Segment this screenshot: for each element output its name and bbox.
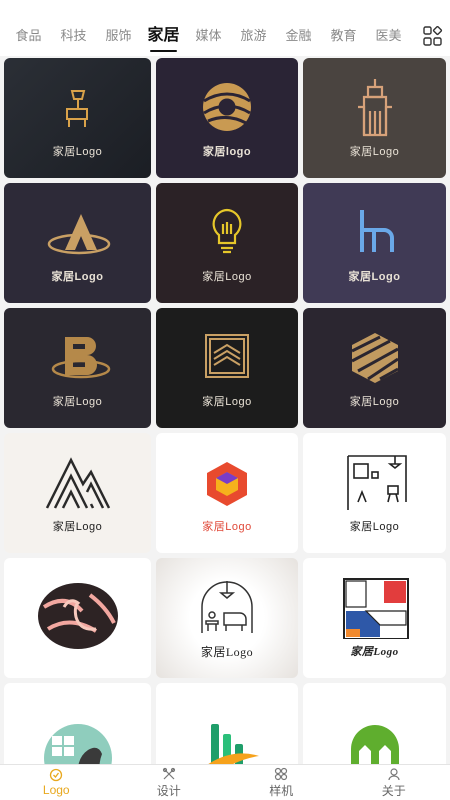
tab-finance[interactable]: 金融 (276, 0, 321, 56)
nav-label: 样机 (269, 783, 294, 798)
tab-media[interactable]: 媒体 (186, 0, 231, 56)
card-label: 家居logo (202, 146, 252, 158)
tab-food[interactable]: 食品 (6, 0, 51, 56)
card-label: 家居Logo (349, 396, 400, 408)
bottom-navigation: Logo 设计 样机 关于 (0, 764, 450, 800)
tab-home[interactable]: 家居 (141, 0, 186, 56)
logo-card[interactable]: 家居Logo (156, 433, 298, 553)
nav-mockup[interactable]: 样机 (225, 765, 338, 800)
logo-card[interactable] (4, 558, 151, 678)
logo-card[interactable]: 家居Logo (4, 58, 151, 178)
card-label: 家居Logo (348, 271, 401, 283)
striped-hexagon-icon (350, 333, 399, 383)
logo-icon (50, 768, 63, 782)
category-tabs: 食品 科技 服饰 家居 媒体 旅游 金融 教育 医美 (0, 0, 411, 56)
logo-card[interactable]: 家居Logo (4, 433, 151, 553)
grid-category-icon[interactable] (423, 26, 443, 46)
letter-h-chair-icon (359, 210, 394, 252)
lightbulb-icon (212, 208, 242, 254)
logo-card[interactable]: 家居Logo (303, 183, 446, 303)
nav-label: 设计 (156, 783, 181, 798)
card-label: 家居Logo (349, 146, 400, 158)
logo-card[interactable]: 家居Logo (4, 308, 151, 428)
logo-card[interactable]: 家居Logo (303, 558, 446, 678)
logo-card[interactable]: 家居Logo (303, 433, 446, 553)
logo-card[interactable]: 家居Logo (4, 183, 151, 303)
card-label: 家居Logo (52, 396, 103, 408)
letter-a-orbit-icon (47, 214, 110, 255)
flamingo-circle-icon (37, 583, 118, 649)
woven-sphere-icon (203, 83, 251, 131)
hexagon-cube-icon (207, 462, 247, 506)
card-label: 家居Logo (202, 396, 252, 408)
card-label: 家居Logo (350, 646, 399, 658)
logo-card[interactable]: 家居Logo (303, 308, 446, 428)
tab-tech[interactable]: 科技 (51, 0, 96, 56)
color-block-room-icon (342, 578, 409, 639)
card-label: 家居Logo (349, 521, 400, 533)
card-label: 家居Logo (200, 644, 254, 659)
building-tower-icon (357, 79, 392, 137)
design-icon (162, 767, 175, 779)
logo-card[interactable]: 家居Logo (156, 183, 298, 303)
mockup-icon (275, 767, 288, 780)
mountain-lines-icon (45, 457, 110, 509)
tab-beauty[interactable]: 医美 (366, 0, 411, 56)
card-label: 家居Logo (202, 271, 252, 283)
category-tab-bar: 食品 科技 服饰 家居 媒体 旅游 金融 教育 医美 (0, 0, 450, 56)
nav-design[interactable]: 设计 (113, 765, 226, 800)
tab-apparel[interactable]: 服饰 (96, 0, 141, 56)
nav-about[interactable]: 关于 (338, 765, 450, 800)
card-label: 家居Logo (202, 521, 252, 533)
tab-education[interactable]: 教育 (321, 0, 366, 56)
letter-b-orbit-icon (51, 337, 110, 379)
nav-label: Logo (42, 783, 70, 797)
card-label: 家居Logo (52, 146, 103, 158)
tab-travel[interactable]: 旅游 (231, 0, 276, 56)
living-room-icon (201, 580, 253, 633)
logo-grid: 家居Logo 家居logo 家居Logo 家居Logo 家居Logo 家居Log… (4, 58, 446, 800)
logo-card[interactable]: 家居Logo (303, 58, 446, 178)
about-icon (388, 767, 400, 780)
card-label: 家居Logo (52, 521, 103, 533)
card-label: 家居Logo (51, 271, 104, 283)
lamp-desk-icon (65, 90, 88, 127)
logo-card[interactable]: 家居Logo (156, 558, 298, 678)
nav-logo[interactable]: Logo (0, 765, 113, 800)
logo-card[interactable]: 家居Logo (156, 308, 298, 428)
logo-card[interactable]: 家居logo (156, 58, 298, 178)
house-frame-icon (205, 334, 249, 378)
room-interior-icon (346, 455, 407, 510)
nav-label: 关于 (381, 783, 406, 798)
